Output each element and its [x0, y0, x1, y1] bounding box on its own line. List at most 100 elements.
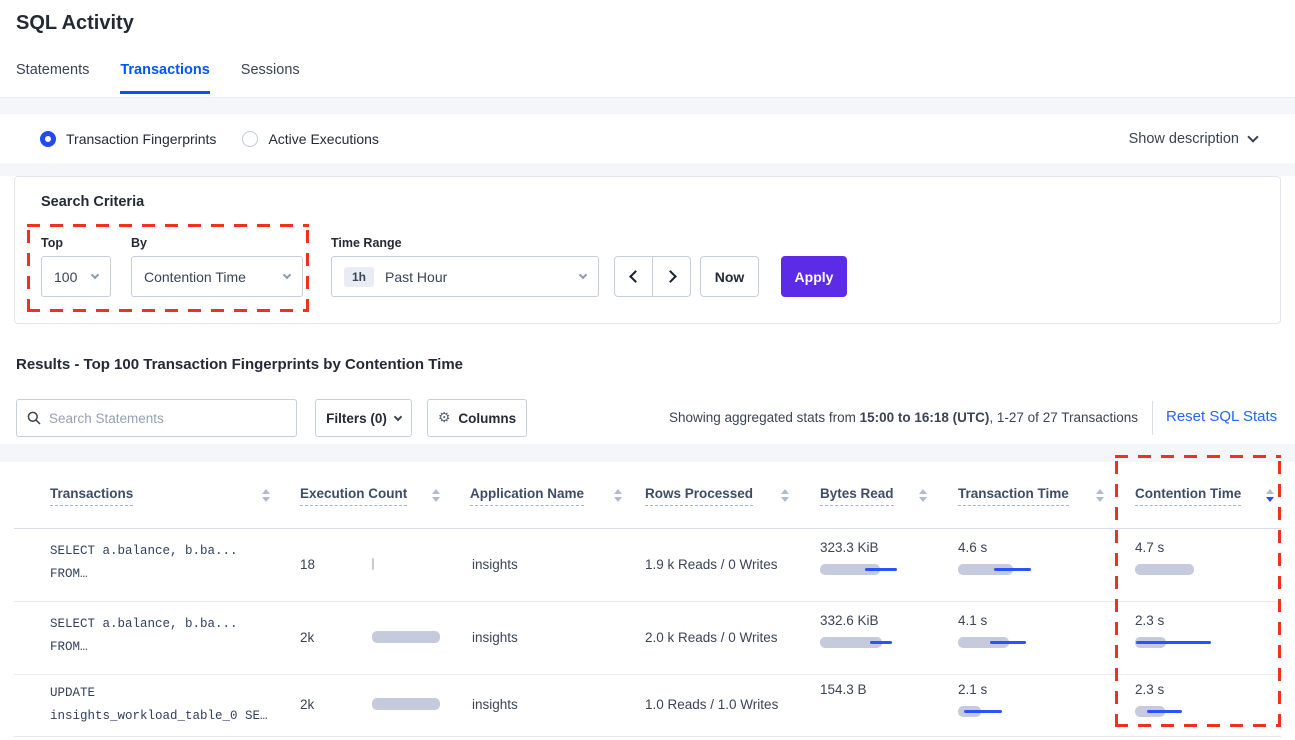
contention-time-cell: 4.7 s [1135, 540, 1245, 575]
contention-time-bar-line [1147, 710, 1182, 713]
radio-label: Active Executions [268, 131, 379, 147]
next-time-button[interactable] [652, 256, 691, 297]
transaction-query[interactable]: UPDATE insights_workload_table_0 SE… [50, 682, 268, 728]
time-range-label: Time Range [331, 236, 402, 250]
transaction-time-cell: 2.1 s [958, 682, 1068, 717]
columns-button-label: Columns [458, 411, 516, 426]
search-icon [27, 411, 41, 425]
view-toggle-group: Transaction Fingerprints Active Executio… [40, 131, 379, 147]
chevron-right-icon [664, 270, 677, 283]
sort-icon-execution-count[interactable] [432, 489, 440, 502]
by-select[interactable]: Contention Time [131, 256, 303, 297]
time-pager [614, 256, 691, 297]
results-heading: Results - Top 100 Transaction Fingerprin… [16, 356, 463, 373]
execution-count-bar [372, 631, 440, 643]
contention-time-value: 2.3 s [1135, 613, 1245, 628]
transaction-time-cell: 4.1 s [958, 613, 1068, 648]
search-criteria-heading: Search Criteria [41, 194, 144, 210]
radio-transaction-fingerprints[interactable]: Transaction Fingerprints [40, 131, 216, 147]
aggregated-stats-text: Showing aggregated stats from 15:00 to 1… [669, 410, 1138, 425]
tab-sessions[interactable]: Sessions [241, 62, 300, 94]
bytes-read-value: 154.3 B [820, 682, 930, 697]
row-divider [14, 736, 1281, 737]
top-label: Top [41, 236, 63, 250]
chevron-down-icon [394, 412, 402, 420]
tab-statements[interactable]: Statements [16, 62, 89, 94]
table-row[interactable]: SELECT a.balance, b.ba... FROM… 2k insig… [0, 602, 1295, 675]
chevron-down-icon [1247, 131, 1258, 142]
chevron-down-icon [579, 271, 587, 279]
radio-unselected-icon[interactable] [242, 131, 258, 147]
table-row[interactable]: SELECT a.balance, b.ba... FROM… 18 insig… [0, 529, 1295, 602]
chevron-down-icon [283, 271, 291, 279]
vertical-divider [1152, 401, 1153, 435]
transaction-time-bar-line [990, 641, 1026, 644]
contention-time-value: 4.7 s [1135, 540, 1245, 555]
transaction-query[interactable]: SELECT a.balance, b.ba... FROM… [50, 613, 238, 659]
execution-count-value: 18 [300, 557, 315, 572]
time-range-select[interactable]: 1h Past Hour [331, 256, 599, 297]
now-button[interactable]: Now [700, 256, 759, 297]
bytes-read-cell: 332.6 KiB [820, 613, 930, 648]
transaction-time-cell: 4.6 s [958, 540, 1068, 575]
top-select-value: 100 [54, 269, 77, 285]
transaction-time-value: 4.1 s [958, 613, 1068, 628]
bytes-read-bar-line [865, 568, 897, 571]
search-statements-box [16, 399, 297, 437]
time-range-value: Past Hour [385, 269, 447, 285]
tab-transactions[interactable]: Transactions [120, 62, 209, 94]
tab-bar: Statements Transactions Sessions [16, 62, 300, 94]
sort-icon-contention-time-desc[interactable] [1266, 489, 1274, 502]
sort-icon-bytes-read[interactable] [919, 489, 927, 502]
bytes-read-cell: 154.3 B [820, 682, 930, 717]
radio-active-executions[interactable]: Active Executions [242, 131, 379, 147]
columns-button[interactable]: ⚙ Columns [427, 399, 527, 437]
rows-processed-value: 1.0 Reads / 1.0 Writes [645, 697, 778, 712]
filters-button[interactable]: Filters (0) [315, 399, 412, 437]
by-select-value: Contention Time [144, 269, 246, 285]
gear-icon: ⚙ [438, 410, 451, 426]
column-header-rows-processed[interactable]: Rows Processed [645, 486, 753, 506]
top-select[interactable]: 100 [41, 256, 111, 297]
sort-icon-application-name[interactable] [614, 489, 622, 502]
bytes-read-bar-line [870, 641, 892, 644]
sort-icon-transaction-time[interactable] [1096, 489, 1104, 502]
radio-label: Transaction Fingerprints [66, 131, 216, 147]
column-header-contention-time[interactable]: Contention Time [1135, 486, 1241, 506]
stats-time-range: 15:00 to 16:18 (UTC) [860, 410, 990, 425]
chevron-down-icon [91, 271, 99, 279]
chevron-left-icon [629, 270, 642, 283]
transaction-time-bar-line [994, 568, 1031, 571]
transaction-query[interactable]: SELECT a.balance, b.ba... FROM… [50, 540, 238, 586]
bytes-read-value: 323.3 KiB [820, 540, 930, 555]
sort-icon-transactions[interactable] [262, 489, 270, 502]
column-header-bytes-read[interactable]: Bytes Read [820, 486, 894, 506]
search-statements-input[interactable] [49, 411, 286, 426]
application-name-value: insights [472, 630, 518, 645]
transaction-time-bar-line [964, 710, 1002, 713]
execution-count-bar [372, 558, 374, 570]
column-header-execution-count[interactable]: Execution Count [300, 486, 407, 506]
contention-time-cell: 2.3 s [1135, 613, 1245, 648]
radio-selected-icon[interactable] [40, 131, 56, 147]
search-criteria-card: Search Criteria Top 100 By Contention Ti… [14, 176, 1281, 324]
sort-icon-rows-processed[interactable] [781, 489, 789, 502]
bytes-read-value: 332.6 KiB [820, 613, 930, 628]
application-name-value: insights [472, 557, 518, 572]
execution-count-value: 2k [300, 697, 314, 712]
application-name-value: insights [472, 697, 518, 712]
previous-time-button[interactable] [614, 256, 653, 297]
by-label: By [131, 236, 147, 250]
apply-button[interactable]: Apply [781, 256, 847, 297]
column-header-transactions[interactable]: Transactions [50, 486, 133, 506]
execution-count-bar [372, 698, 440, 710]
column-header-application-name[interactable]: Application Name [470, 486, 584, 506]
table-row[interactable]: UPDATE insights_workload_table_0 SE… 2k … [0, 675, 1295, 737]
reset-sql-stats-link[interactable]: Reset SQL Stats [1166, 408, 1277, 425]
contention-time-bar [1135, 564, 1194, 575]
time-range-badge: 1h [344, 267, 374, 287]
contention-time-bar-line [1136, 641, 1211, 644]
sql-activity-page: SQL Activity Statements Transactions Ses… [0, 0, 1295, 740]
column-header-transaction-time[interactable]: Transaction Time [958, 486, 1069, 506]
show-description-toggle[interactable]: Show description [1129, 131, 1257, 147]
